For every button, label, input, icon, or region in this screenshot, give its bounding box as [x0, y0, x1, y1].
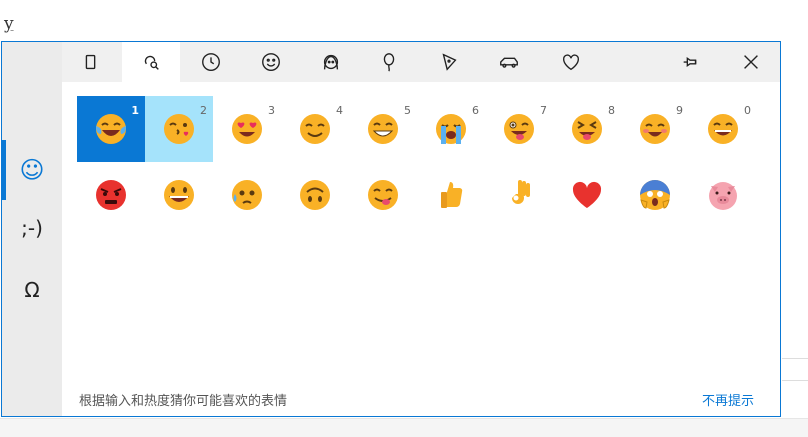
category-tabs	[62, 42, 780, 82]
kissing-heart-emoji-icon	[164, 114, 194, 144]
sidebar-item-kaomoji[interactable]: ;-)	[2, 198, 62, 258]
emoji-grinning-big-eyes[interactable]	[145, 162, 213, 228]
squinting-tongue-emoji-icon	[572, 114, 602, 144]
shortcut-number: 6	[472, 104, 479, 117]
emoji-ok-hand[interactable]	[485, 162, 553, 228]
emoji-upside-down[interactable]	[281, 162, 349, 228]
emoji-blush-smile[interactable]: 9	[621, 96, 689, 162]
tab-symbols[interactable]	[542, 42, 600, 82]
background-strip	[0, 418, 808, 437]
shortcut-number: 5	[404, 104, 411, 117]
grinning-big-eyes-emoji-icon	[164, 180, 194, 210]
tab-food[interactable]	[420, 42, 478, 82]
shortcut-number: 4	[336, 104, 343, 117]
emoji-sad-sweat[interactable]	[213, 162, 281, 228]
emoji-thumbs-up[interactable]	[417, 162, 485, 228]
pizza-icon	[442, 53, 457, 71]
shortcut-number: 8	[608, 104, 615, 117]
red-heart-emoji-icon	[572, 181, 602, 208]
tab-travel[interactable]	[480, 42, 538, 82]
upside-down-emoji-icon	[300, 180, 330, 210]
emoji-kissing-heart[interactable]: 2	[145, 96, 213, 162]
heart-eyes-emoji-icon	[232, 114, 262, 144]
ok-hand-emoji-icon	[512, 180, 530, 204]
emoji-red-heart[interactable]	[553, 162, 621, 228]
omega-icon: Ω	[24, 278, 40, 302]
recommendation-hint: 根据输入和热度猜你可能喜欢的表情	[79, 394, 288, 409]
sidebar-item-emoji[interactable]: ☺	[2, 140, 62, 200]
close-button[interactable]	[722, 42, 780, 82]
emoji-loudly-crying[interactable]: 6	[417, 96, 485, 162]
tab-recent[interactable]	[182, 42, 240, 82]
emoji-angry[interactable]	[77, 162, 145, 228]
emoji-smiling-blush[interactable]: 4	[281, 96, 349, 162]
winking-tongue-emoji-icon	[504, 114, 534, 144]
shortcut-number: 7	[540, 104, 547, 117]
loudly-crying-emoji-icon	[436, 114, 466, 144]
shortcut-number: 0	[744, 104, 751, 117]
tab-recommended[interactable]	[122, 42, 180, 82]
clock-icon	[202, 53, 220, 71]
yum-emoji-icon	[368, 180, 398, 210]
tab-search[interactable]	[62, 42, 120, 82]
close-icon	[744, 55, 758, 69]
emoji-panel: ☺ ;-) Ω 1 2 3 4 5 6 7 8 9 0 根据输入和热度猜你可能喜…	[1, 41, 781, 417]
balloon-icon	[383, 53, 395, 72]
grinning-emoji-icon	[708, 114, 738, 144]
emoji-squinting-tongue[interactable]: 8	[553, 96, 621, 162]
pin-icon	[683, 57, 697, 67]
kaomoji-icon: ;-)	[21, 216, 43, 240]
dont-show-again-link[interactable]: 不再提示	[702, 390, 754, 409]
heart-icon	[562, 54, 580, 71]
tab-people[interactable]	[302, 42, 360, 82]
emoji-heart-eyes[interactable]: 3	[213, 96, 281, 162]
emoji-yum[interactable]	[349, 162, 417, 228]
pig-emoji-icon	[709, 182, 737, 210]
shortcut-number: 9	[676, 104, 683, 117]
shortcut-number: 2	[200, 104, 207, 117]
emoji-grinning[interactable]: 0	[689, 96, 757, 162]
background-divider	[782, 380, 808, 381]
angry-emoji-icon	[96, 180, 126, 210]
screaming-emoji-icon	[640, 180, 670, 210]
sad-sweat-emoji-icon	[232, 180, 262, 210]
recent-icon	[144, 55, 159, 70]
people-icon	[323, 54, 339, 70]
smiley-icon: ☺	[19, 156, 45, 184]
pin-button[interactable]	[662, 42, 720, 82]
background-divider	[782, 358, 808, 359]
emoji-winking-tongue[interactable]: 7	[485, 96, 553, 162]
tears-of-joy-emoji-icon	[96, 114, 126, 144]
emoji-pig[interactable]	[689, 162, 757, 228]
smiling-blush-emoji-icon	[300, 114, 330, 144]
tab-smileys[interactable]	[242, 42, 300, 82]
thumbs-up-emoji-icon	[441, 182, 463, 208]
emoji-tears-of-joy[interactable]: 1	[77, 96, 145, 162]
grinning-teeth-emoji-icon	[368, 114, 398, 144]
sidebar-item-symbols[interactable]: Ω	[2, 260, 62, 320]
document-text: y	[4, 14, 14, 34]
car-icon	[500, 57, 518, 68]
blush-smile-emoji-icon	[640, 114, 670, 144]
emoji-screaming[interactable]	[621, 162, 689, 228]
emoji-grinning-teeth[interactable]: 5	[349, 96, 417, 162]
shortcut-number: 3	[268, 104, 275, 117]
shortcut-number: 1	[131, 104, 139, 117]
tab-celebration[interactable]	[360, 42, 418, 82]
category-sidebar: ☺ ;-) Ω	[2, 42, 62, 416]
search-icon	[85, 54, 96, 70]
smiley-icon	[262, 53, 280, 71]
